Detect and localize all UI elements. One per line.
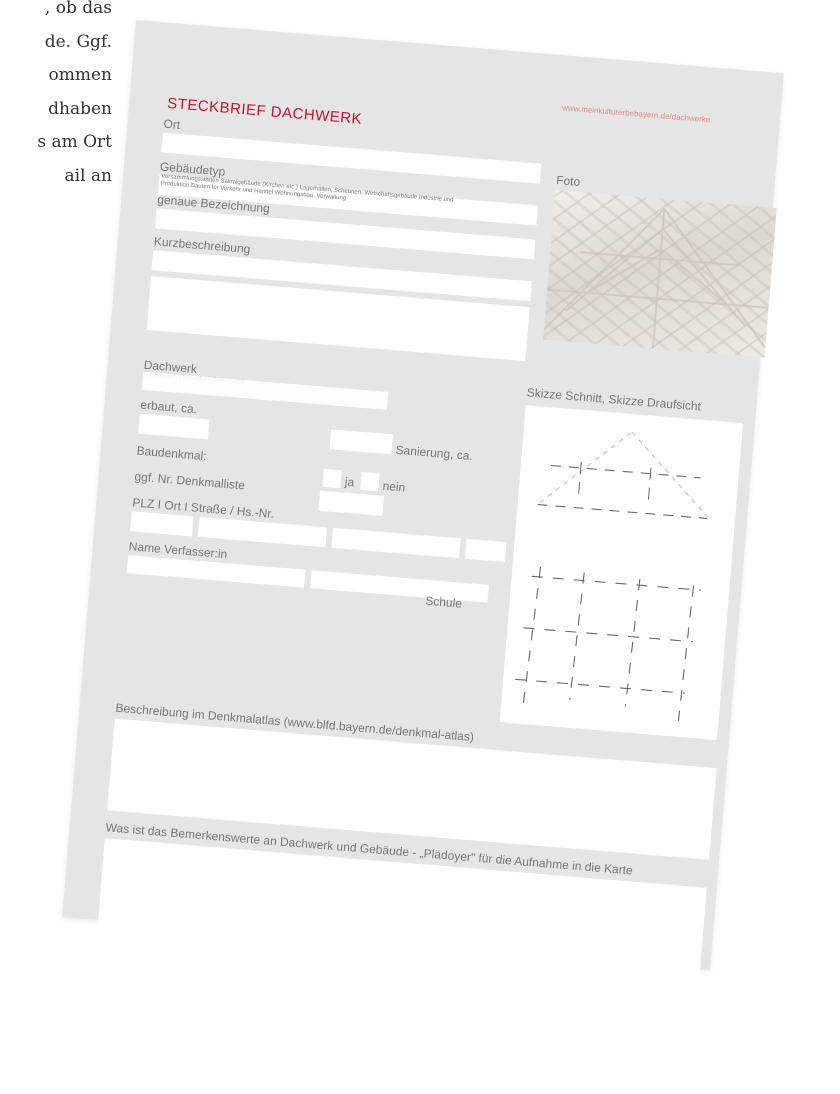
denkmalliste-label: ggf. Nr. Denkmalliste: [134, 469, 246, 493]
background-document-text: , ob das de. Ggf. ommen dhaben s am Ort …: [0, 0, 112, 252]
nein-label: nein: [382, 478, 406, 495]
skizze-area[interactable]: [499, 405, 744, 741]
nein-checkbox[interactable]: [360, 472, 380, 492]
foto-label: Foto: [555, 173, 581, 189]
schule-label: Schule: [424, 593, 463, 611]
strasse-field[interactable]: [331, 527, 461, 559]
sheet-url[interactable]: www.meinkulturerbebayern.de/dachwerke: [562, 103, 711, 124]
hausnummer-field[interactable]: [464, 538, 507, 563]
steckbrief-sheet: STECKBRIEF DACHWERK www.meinkulturerbeba…: [62, 20, 784, 980]
ort-address-field[interactable]: [197, 516, 328, 548]
background-text-line: ail an: [64, 165, 113, 186]
bemerkenswert-field[interactable]: [97, 838, 707, 980]
sanierung-field[interactable]: [329, 429, 393, 455]
ja-label: ja: [344, 474, 355, 490]
sheet-title: STECKBRIEF DACHWERK: [166, 94, 363, 128]
background-text-line: de. Ggf.: [44, 31, 112, 52]
background-text-line: dhaben: [48, 98, 112, 119]
background-text-line: , ob das: [44, 0, 112, 18]
plz-field[interactable]: [130, 511, 194, 537]
denkmalliste-field[interactable]: [318, 490, 384, 516]
ort-label: Ort: [163, 116, 181, 132]
truss-sketch-drawing: [515, 431, 708, 721]
baudenkmal-label: Baudenkmal:: [136, 443, 208, 464]
sanierung-label: Sanierung, ca.: [395, 442, 474, 464]
roof-truss-photo: [543, 189, 777, 358]
erbaut-field[interactable]: [138, 413, 210, 440]
ja-checkbox[interactable]: [322, 468, 342, 489]
background-text-line: s am Ort: [37, 132, 112, 152]
background-text-line: ommen: [48, 65, 112, 85]
